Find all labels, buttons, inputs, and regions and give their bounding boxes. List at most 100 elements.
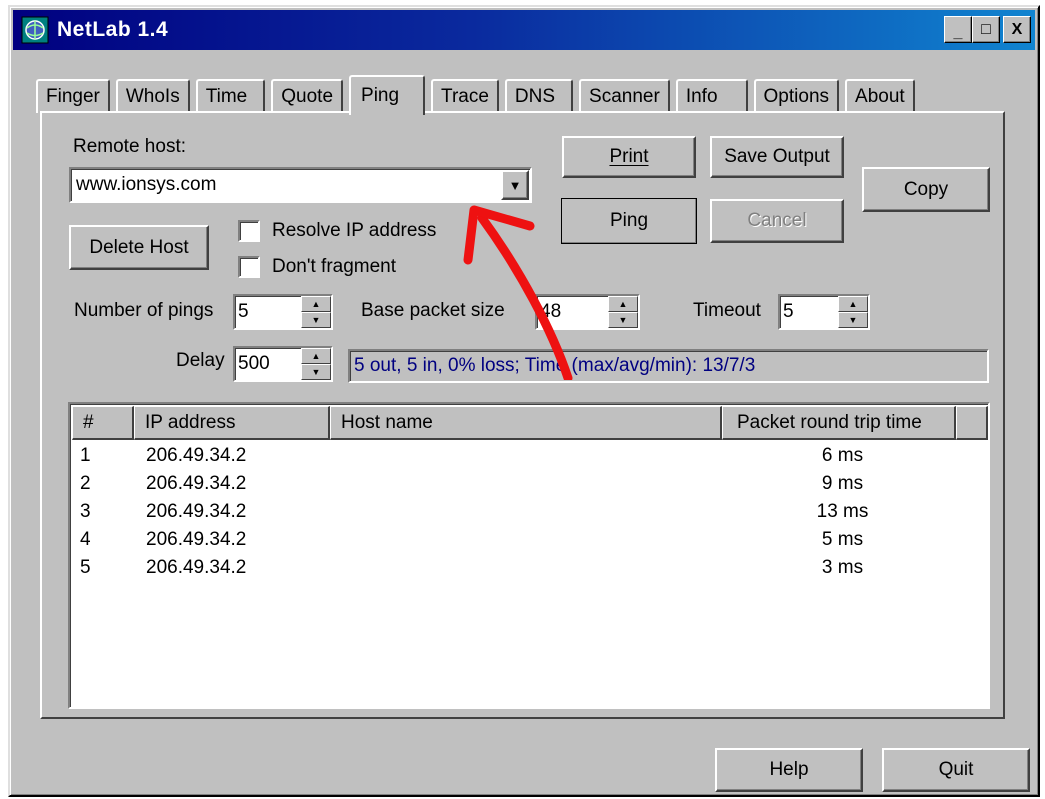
num-pings-value[interactable]: 5 [235, 296, 301, 328]
quit-button[interactable]: Quit [882, 748, 1030, 792]
tab-whois[interactable]: WhoIs [115, 79, 190, 113]
tab-time[interactable]: Time [195, 79, 266, 113]
row-ip: 206.49.34.2 [146, 473, 247, 494]
results-header: # IP address Host name Packet round trip… [72, 406, 988, 440]
base-packet-value[interactable]: 48 [537, 296, 608, 328]
dont-fragment-option[interactable]: Don't fragment [238, 256, 396, 278]
tab-finger[interactable]: Finger [36, 79, 110, 113]
tab-scanner[interactable]: Scanner [579, 79, 670, 113]
tab-dns[interactable]: DNS [504, 79, 574, 113]
tab-trace[interactable]: Trace [431, 79, 499, 113]
title-buttons: _ □ X [944, 16, 1031, 43]
close-button[interactable]: X [1003, 16, 1031, 43]
num-pings-spinner[interactable]: 5 ▲ ▼ [233, 294, 333, 330]
row-rtt: 9 ms [821, 473, 864, 494]
window-title: NetLab 1.4 [57, 18, 169, 41]
row-ip: 206.49.34.2 [146, 529, 247, 550]
table-row[interactable]: 4 206.49.34.2 5 ms [72, 526, 960, 554]
tab-label: Ping [361, 85, 400, 106]
col-number-label: # [83, 411, 94, 433]
print-button[interactable]: Print [562, 136, 696, 178]
delay-value[interactable]: 500 [235, 348, 301, 380]
dropdown-arrow-icon[interactable]: ▼ [501, 170, 529, 200]
delete-host-button[interactable]: Delete Host [69, 225, 209, 270]
tab-strip: Finger WhoIs Time Quote Ping Trace DNS S… [36, 73, 921, 115]
num-pings-label: Number of pings [74, 300, 214, 321]
tab-info[interactable]: Info [675, 79, 748, 113]
ping-label: Ping [609, 210, 649, 231]
spin-down-icon[interactable]: ▼ [301, 364, 331, 380]
tab-ping[interactable]: Ping [349, 75, 426, 115]
minimize-button[interactable]: _ [944, 16, 972, 43]
tab-label: Options [763, 86, 830, 107]
col-ip-address[interactable]: IP address [134, 406, 330, 440]
row-number: 5 [80, 557, 91, 578]
timeout-spinner[interactable]: 5 ▲ ▼ [778, 294, 870, 330]
num-pings-arrows: ▲ ▼ [301, 296, 331, 328]
tab-quote[interactable]: Quote [271, 79, 344, 113]
cancel-label: Cancel [747, 210, 807, 231]
table-row[interactable]: 1 206.49.34.2 6 ms [72, 442, 960, 470]
save-output-button[interactable]: Save Output [710, 136, 844, 178]
delay-spinner[interactable]: 500 ▲ ▼ [233, 346, 333, 382]
help-button[interactable]: Help [715, 748, 863, 792]
spin-down-icon[interactable]: ▼ [301, 312, 331, 328]
spin-down-icon[interactable]: ▼ [608, 312, 638, 328]
quit-label: Quit [938, 759, 974, 780]
spin-down-icon[interactable]: ▼ [838, 312, 868, 328]
table-row[interactable]: 2 206.49.34.2 9 ms [72, 470, 960, 498]
timeout-value[interactable]: 5 [780, 296, 838, 328]
tab-label: Scanner [589, 86, 660, 107]
help-label: Help [769, 759, 809, 780]
tab-about[interactable]: About [845, 79, 915, 113]
col-host-label: Host name [341, 411, 433, 433]
table-row[interactable]: 5 206.49.34.2 3 ms [72, 554, 960, 582]
tab-label: Quote [281, 86, 334, 107]
table-row[interactable]: 3 206.49.34.2 13 ms [72, 498, 960, 526]
base-packet-label: Base packet size [361, 300, 505, 321]
save-output-label: Save Output [724, 146, 830, 167]
cancel-button[interactable]: Cancel [710, 199, 844, 243]
ping-button[interactable]: Ping [561, 198, 697, 244]
row-rtt: 6 ms [821, 445, 864, 466]
row-ip: 206.49.34.2 [146, 557, 247, 578]
col-rtt-label: Packet round trip time [737, 411, 922, 433]
dont-fragment-checkbox[interactable] [238, 256, 260, 278]
timeout-label: Timeout [693, 300, 761, 321]
tab-label: Time [205, 86, 248, 107]
col-ip-label: IP address [145, 411, 236, 433]
ping-results-list[interactable]: # IP address Host name Packet round trip… [68, 402, 990, 709]
maximize-button[interactable]: □ [972, 16, 1000, 43]
col-host-name[interactable]: Host name [330, 406, 722, 440]
maximize-icon: □ [981, 20, 991, 38]
row-ip: 206.49.34.2 [146, 445, 247, 466]
col-round-trip[interactable]: Packet round trip time [722, 406, 956, 440]
base-packet-spinner[interactable]: 48 ▲ ▼ [535, 294, 640, 330]
remote-host-combobox[interactable]: www.ionsys.com ▼ [69, 167, 532, 203]
row-number: 2 [80, 473, 91, 494]
spin-up-icon[interactable]: ▲ [608, 296, 638, 312]
netlab-app-icon [21, 16, 49, 44]
copy-label: Copy [903, 178, 949, 200]
row-number: 1 [80, 445, 91, 466]
row-ip: 206.49.34.2 [146, 501, 247, 522]
col-number[interactable]: # [72, 406, 134, 440]
delete-host-label: Delete Host [89, 236, 189, 258]
resolve-ip-checkbox[interactable] [238, 220, 260, 242]
resolve-ip-option[interactable]: Resolve IP address [238, 220, 436, 242]
tab-label: About [855, 86, 905, 107]
results-rows: 1 206.49.34.2 6 ms 2 206.49.34.2 9 ms 3 … [72, 442, 960, 582]
row-rtt: 5 ms [821, 529, 864, 550]
copy-button[interactable]: Copy [862, 167, 990, 212]
print-label: Print [609, 146, 649, 167]
tab-options[interactable]: Options [753, 79, 840, 113]
title-bar[interactable]: NetLab 1.4 _ □ X [13, 10, 1035, 50]
tab-label: DNS [514, 86, 556, 107]
spin-up-icon[interactable]: ▲ [301, 348, 331, 364]
delay-label: Delay [176, 350, 225, 371]
spin-up-icon[interactable]: ▲ [838, 296, 868, 312]
remote-host-value[interactable]: www.ionsys.com [71, 174, 501, 196]
spin-up-icon[interactable]: ▲ [301, 296, 331, 312]
base-packet-arrows: ▲ ▼ [608, 296, 638, 328]
row-number: 4 [80, 529, 91, 550]
